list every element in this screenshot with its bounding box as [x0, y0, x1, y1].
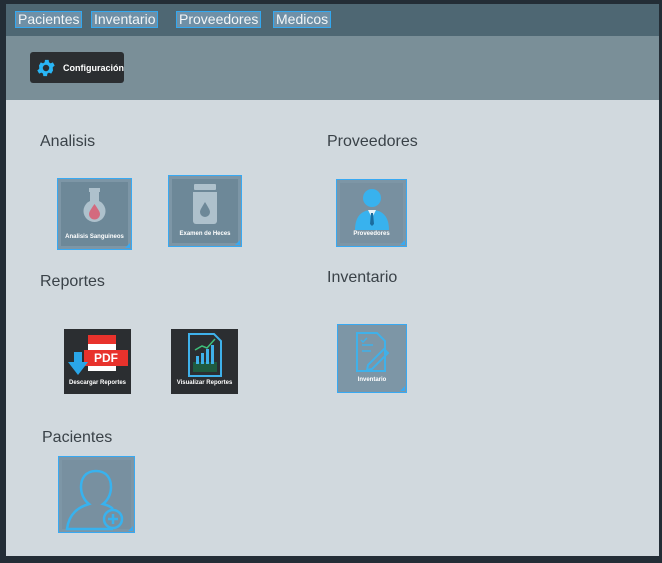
analisis-sanguineos-tile[interactable]: Analisis Sanguineos [57, 178, 132, 250]
examen-heces-label: Examen de Heces [179, 231, 231, 237]
person-icon [355, 189, 389, 230]
gear-icon [37, 59, 55, 76]
section-title-reportes: Reportes [40, 273, 105, 290]
menu-inventario[interactable]: Inventario [90, 11, 159, 28]
agregar-paciente-tile[interactable] [58, 456, 135, 533]
app-window: Pacientes Inventario Proveedores Medicos… [6, 4, 659, 556]
configuracion-button[interactable]: Configuración [30, 52, 124, 83]
report-chart-icon [188, 333, 222, 377]
inventario-label: Inventario [357, 377, 387, 383]
container-icon [193, 184, 217, 224]
visualizar-reportes-label: Visualizar Reportes [176, 380, 233, 386]
descargar-reportes-label: Descargar Reportes [68, 380, 127, 386]
proveedores-tile[interactable]: Proveedores [336, 179, 407, 247]
pdf-download-icon: PDF [68, 335, 128, 375]
visualizar-reportes-tile[interactable]: Visualizar Reportes [171, 329, 238, 394]
clipboard-edit-icon [356, 332, 389, 372]
toolbar: Configuración [6, 36, 659, 100]
flask-icon [83, 188, 106, 223]
section-title-proveedores: Proveedores [327, 133, 418, 150]
proveedores-label: Proveedores [353, 231, 390, 237]
pdf-badge-text: PDF [94, 351, 118, 365]
analisis-sanguineos-label: Analisis Sanguineos [65, 234, 124, 240]
menu-medicos[interactable]: Medicos [272, 11, 332, 28]
add-user-icon [65, 469, 124, 531]
menu-proveedores[interactable]: Proveedores [175, 11, 262, 28]
descargar-reportes-tile[interactable]: PDF Descargar Reportes [64, 329, 131, 394]
examen-heces-tile[interactable]: Examen de Heces [168, 175, 242, 247]
section-title-inventario: Inventario [327, 269, 398, 286]
menu-bar: Pacientes Inventario Proveedores Medicos [6, 4, 659, 36]
section-title-analisis: Analisis [40, 133, 96, 150]
configuracion-label: Configuración [63, 62, 124, 73]
inventario-tile[interactable]: Inventario [337, 324, 407, 393]
section-title-pacientes: Pacientes [42, 429, 113, 446]
menu-pacientes[interactable]: Pacientes [14, 11, 83, 28]
